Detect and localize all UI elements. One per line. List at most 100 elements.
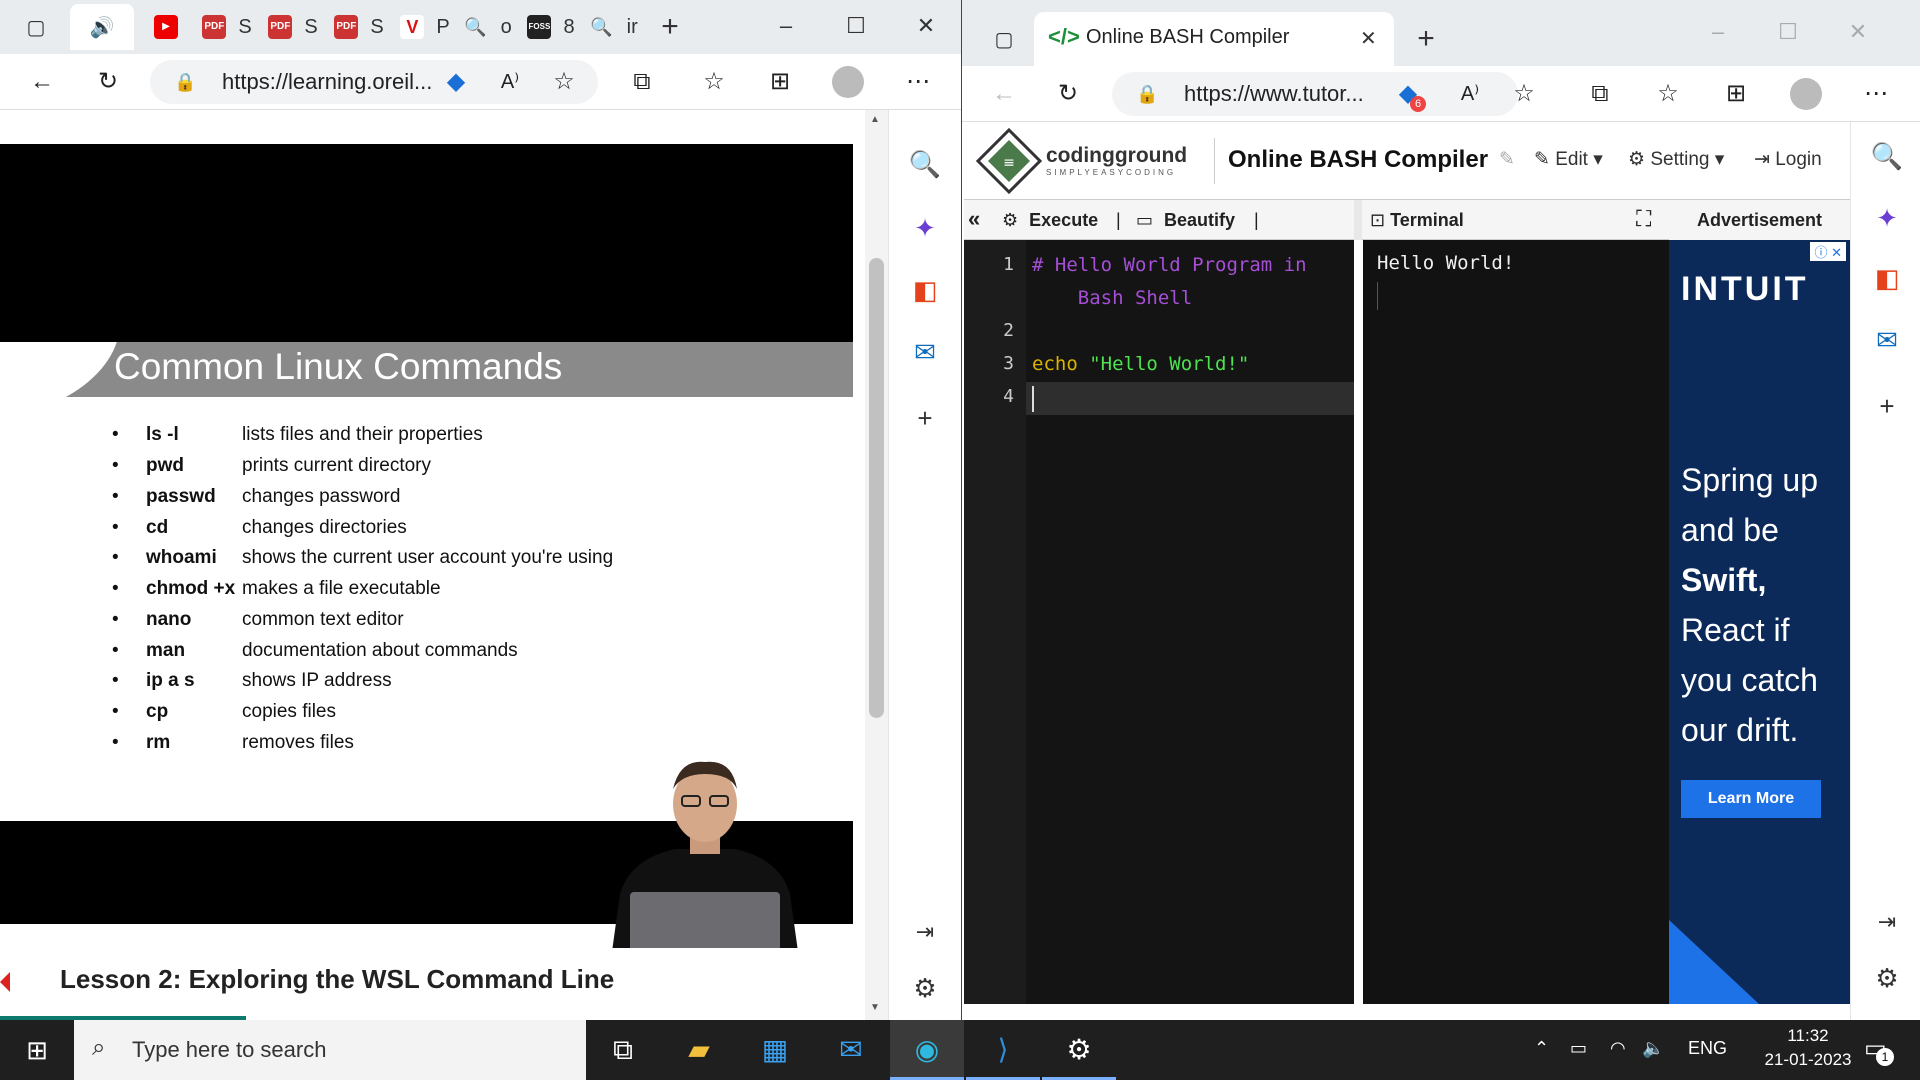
- line-number: 1: [1003, 254, 1014, 275]
- read-aloud-icon[interactable]: A⁾: [1452, 76, 1488, 112]
- outlook-icon[interactable]: ✉: [1865, 318, 1909, 362]
- tab-speaker[interactable]: 🔊: [70, 4, 134, 50]
- command-name: whoami: [146, 547, 217, 568]
- maximize-button[interactable]: ☐: [826, 6, 886, 46]
- add-favorite-icon[interactable]: ☆: [1506, 76, 1542, 112]
- search-icon[interactable]: 🔍: [1865, 134, 1909, 178]
- terminal-output[interactable]: Hello World!: [1363, 240, 1669, 1004]
- profile-avatar[interactable]: [830, 64, 866, 100]
- terminal-cursor: [1377, 282, 1378, 310]
- windows-start-icon[interactable]: ⊞: [0, 1020, 74, 1080]
- execute-button[interactable]: ⚙ Execute: [1002, 210, 1098, 231]
- add-favorite-icon[interactable]: ☆: [546, 64, 582, 100]
- minimize-button[interactable]: –: [756, 6, 816, 46]
- refresh-icon[interactable]: ↻: [1050, 76, 1086, 112]
- tab-pdf-2[interactable]: PDF S: [262, 4, 324, 50]
- tab-search-1[interactable]: 🔍 o: [460, 4, 516, 50]
- wifi-icon[interactable]: ◠: [1610, 1038, 1626, 1059]
- volume-icon[interactable]: 🔈: [1642, 1038, 1664, 1059]
- edit-title-icon[interactable]: ✎: [1499, 148, 1515, 171]
- tab-v[interactable]: V P: [394, 4, 456, 50]
- settings-more-icon[interactable]: ⋯: [900, 64, 936, 100]
- office-icon[interactable]: ◧: [903, 268, 947, 312]
- keyword-echo: echo: [1032, 353, 1078, 375]
- tab-fossmint[interactable]: FOSS 8: [520, 4, 582, 50]
- discover-icon[interactable]: ✦: [1865, 196, 1909, 240]
- extensions-icon[interactable]: ⧉: [624, 64, 660, 100]
- code-editor[interactable]: 1 2 3 4 # Hello World Program in Bash Sh…: [964, 240, 1354, 1004]
- mail-icon[interactable]: ✉: [814, 1020, 888, 1080]
- setting-menu[interactable]: ⚙ Setting ▾: [1628, 148, 1724, 171]
- settings-taskbar-icon[interactable]: ⚙: [1042, 1020, 1116, 1080]
- read-aloud-icon[interactable]: A⁾: [492, 64, 528, 100]
- scroll-down-icon[interactable]: ▼: [870, 1002, 880, 1013]
- video-player[interactable]: Common Linux Commands • ls -l lists files …: [0, 144, 853, 966]
- hide-sidebar-icon[interactable]: ⇥: [903, 910, 947, 954]
- profile-avatar[interactable]: [1788, 76, 1824, 112]
- settings-more-icon[interactable]: ⋯: [1858, 76, 1894, 112]
- codingground-logo[interactable]: ≡: [976, 128, 1042, 194]
- tab-youtube[interactable]: ▶: [140, 4, 192, 50]
- battery-icon[interactable]: ▭: [1570, 1038, 1587, 1059]
- maximize-button[interactable]: ☐: [1758, 12, 1818, 52]
- refresh-icon[interactable]: ↻: [90, 64, 126, 100]
- hide-sidebar-icon[interactable]: ⇥: [1865, 900, 1909, 944]
- tab-pdf-1[interactable]: PDF S: [196, 4, 258, 50]
- outlook-icon[interactable]: ✉: [903, 330, 947, 374]
- terminal-tab[interactable]: ⊡ Terminal: [1370, 210, 1464, 231]
- page-scrollbar[interactable]: ▲ ▼: [865, 110, 888, 1020]
- vscode-icon[interactable]: ⟩: [966, 1020, 1040, 1080]
- edge-taskbar-icon[interactable]: ◉: [890, 1020, 964, 1080]
- extensions-icon[interactable]: ⧉: [1582, 76, 1618, 112]
- close-tab-icon[interactable]: ✕: [1360, 26, 1377, 51]
- fullscreen-icon[interactable]: ⛶: [1636, 206, 1651, 232]
- minimize-button[interactable]: –: [1688, 12, 1748, 52]
- command-name: pwd: [146, 455, 184, 476]
- taskbar-search[interactable]: ⌕ Type here to search: [74, 1020, 586, 1080]
- new-tab-button[interactable]: +: [650, 4, 690, 50]
- tab-pdf-3[interactable]: PDF S: [328, 4, 390, 50]
- collections-icon[interactable]: ⊞: [762, 64, 798, 100]
- tab-search-2[interactable]: 🔍 ir: [586, 4, 642, 50]
- gear-icon[interactable]: ⚙: [903, 966, 947, 1010]
- add-sidebar-icon[interactable]: +: [903, 396, 947, 440]
- advertisement-banner[interactable]: ⓘ ✕ INTUIT Spring up and be Swift, React…: [1669, 240, 1850, 1004]
- tracker-prevention-icon[interactable]: ◆ 6: [1390, 76, 1426, 112]
- back-icon[interactable]: ←: [24, 64, 60, 100]
- close-window-button[interactable]: ✕: [1828, 12, 1888, 52]
- scrollbar-thumb[interactable]: [869, 258, 884, 718]
- tab-actions-icon[interactable]: ▢: [14, 4, 58, 50]
- collections-icon[interactable]: ⊞: [1718, 76, 1754, 112]
- language-indicator[interactable]: ENG: [1688, 1038, 1727, 1059]
- discover-icon[interactable]: ✦: [903, 206, 947, 250]
- gear-icon[interactable]: ⚙: [1865, 956, 1909, 1000]
- new-tab-button[interactable]: +: [1406, 16, 1446, 62]
- office-icon[interactable]: ◧: [1865, 256, 1909, 300]
- search-icon[interactable]: 🔍: [903, 142, 947, 186]
- ad-choices-icon[interactable]: ⓘ ✕: [1810, 242, 1846, 261]
- tab-online-bash-compiler[interactable]: </> Online BASH Compiler ✕: [1034, 12, 1394, 66]
- tab-actions-icon[interactable]: ▢: [984, 16, 1024, 62]
- back-icon[interactable]: ←: [986, 76, 1022, 112]
- login-link[interactable]: ⇥ Login: [1754, 148, 1822, 171]
- task-view-icon[interactable]: ⧉: [586, 1020, 660, 1080]
- close-window-button[interactable]: ✕: [896, 6, 956, 46]
- clock[interactable]: 11:32 21-01-2023: [1752, 1026, 1864, 1074]
- microsoft-store-icon[interactable]: ▦: [738, 1020, 812, 1080]
- show-hidden-icons[interactable]: ⌃: [1534, 1038, 1549, 1059]
- scroll-up-icon[interactable]: ▲: [870, 114, 880, 125]
- edit-menu[interactable]: ✎ Edit ▾: [1534, 148, 1603, 171]
- favorites-icon[interactable]: ☆: [696, 64, 732, 100]
- beautify-button[interactable]: ▭ Beautify: [1136, 210, 1235, 231]
- add-sidebar-icon[interactable]: +: [1865, 384, 1909, 428]
- learn-more-button[interactable]: Learn More: [1681, 780, 1821, 818]
- file-explorer-icon[interactable]: ▰: [662, 1020, 736, 1080]
- notification-icon[interactable]: ▭ 1: [1864, 1034, 1894, 1066]
- favorites-icon[interactable]: ☆: [1650, 76, 1686, 112]
- tag-icon[interactable]: ◆: [438, 64, 474, 100]
- clock-date: 21-01-2023: [1764, 1050, 1852, 1069]
- collapse-icon[interactable]: «: [968, 206, 980, 232]
- lesson-header[interactable]: Lesson 2: Exploring the WSL Command Line: [0, 948, 853, 1020]
- address-bar[interactable]: 🔒 https://learning.oreil...: [150, 60, 598, 104]
- pause-icon[interactable]: [396, 694, 458, 760]
